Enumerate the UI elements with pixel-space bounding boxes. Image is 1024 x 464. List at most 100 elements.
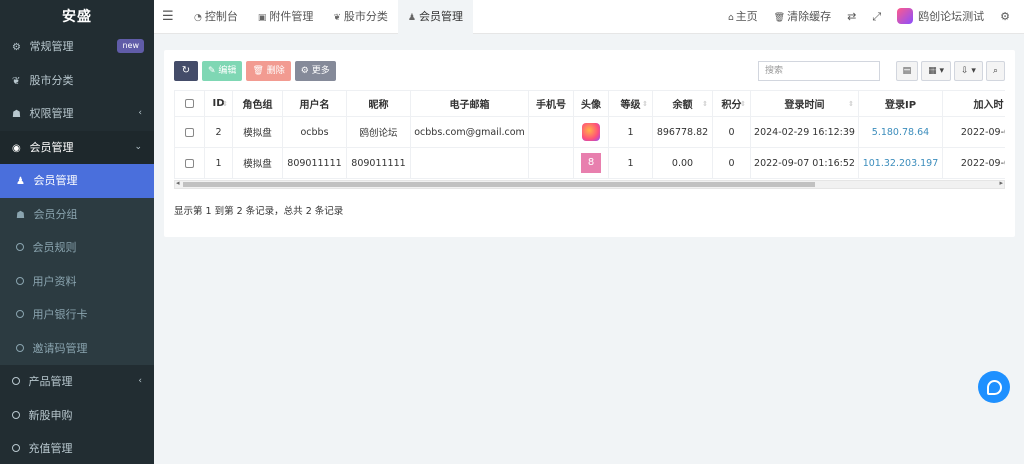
tab-stock-category[interactable]: ❦ 股市分类 xyxy=(323,0,398,34)
sidebar-item-label: 股市分类 xyxy=(29,73,74,87)
horizontal-scrollbar[interactable]: ◂ ▸ xyxy=(174,179,1005,189)
cell-jointime: 2022-09-07 xyxy=(942,116,1005,148)
scroll-left-icon[interactable]: ◂ xyxy=(176,179,180,187)
cell-avatar[interactable]: 8 xyxy=(573,147,609,179)
sort-icon: ⇕ xyxy=(642,100,648,108)
edit-button[interactable]: ✎ 编辑 xyxy=(202,61,243,81)
chevron-left-icon: ‹ xyxy=(138,376,142,386)
users-icon: ☗ xyxy=(16,209,25,221)
circle-icon xyxy=(12,377,20,385)
scrollbar-thumb[interactable] xyxy=(183,182,815,187)
sidebar-item-label: 邀请码管理 xyxy=(32,341,88,355)
sidebar-item-recharge[interactable]: 充值管理 xyxy=(0,432,154,464)
sidebar-item-invite-code[interactable]: 邀请码管理 xyxy=(0,331,154,365)
tab-label: 控制台 xyxy=(204,10,238,23)
sidebar-item-label: 会员管理 xyxy=(29,140,74,154)
trash-icon: 🗑 xyxy=(773,12,786,23)
home-link[interactable]: ⌂ 主页 xyxy=(720,0,766,35)
col-header[interactable]: 登录时间 ⇕ xyxy=(750,90,859,117)
table-row[interactable]: 2 模拟盘 ocbbs 鸥创论坛 ocbbs.com@gmail.com 1 8… xyxy=(174,116,1005,148)
row-checkbox[interactable] xyxy=(174,116,205,148)
col-header: 电子邮箱 xyxy=(410,90,529,117)
cell-id: 2 xyxy=(204,116,233,148)
col-header-label: 积分 xyxy=(721,100,742,111)
scroll-right-icon[interactable]: ▸ xyxy=(999,179,1003,187)
delete-button[interactable]: 🗑 删除 xyxy=(246,61,291,81)
fullscreen-icon[interactable]: ⤢ xyxy=(864,0,889,34)
cell-loginip[interactable]: 5.180.78.64 xyxy=(858,116,943,148)
search-input[interactable]: 搜索 xyxy=(758,61,880,81)
sidebar-item-member-group[interactable]: ☗ 会员分组 xyxy=(0,197,154,231)
col-header[interactable]: 等级 ⇕ xyxy=(608,90,653,117)
translate-icon[interactable]: ⇄ xyxy=(839,0,864,34)
col-header[interactable]: 余额 ⇕ xyxy=(652,90,713,117)
brand-logo[interactable]: 安盛 xyxy=(0,0,154,30)
sidebar-item-ipo[interactable]: 新股申购 xyxy=(0,399,154,433)
col-header-label: 登录时间 xyxy=(784,100,825,111)
ip-link[interactable]: 5.180.78.64 xyxy=(872,127,929,138)
cell-loginip[interactable]: 101.32.203.197 xyxy=(858,147,943,179)
col-header: 角色组 xyxy=(232,90,283,117)
cell-level: 1 xyxy=(608,147,653,179)
toggle-view-button[interactable]: ▤ xyxy=(895,61,919,81)
table-row[interactable]: 1 模拟盘 809011111 809011111 8 1 0.00 0 202… xyxy=(174,147,1005,179)
clear-cache-button[interactable]: 🗑 清除缓存 xyxy=(766,0,839,35)
cell-money: 0.00 xyxy=(652,147,713,179)
columns-button[interactable]: ▦ ▾ xyxy=(921,61,952,81)
col-header-label: 角色组 xyxy=(242,100,273,111)
sidebar-item-stock-category[interactable]: ❦ 股市分类 xyxy=(0,64,154,98)
col-header-label: 余额 xyxy=(672,100,693,111)
tab-dashboard[interactable]: ◔ 控制台 xyxy=(184,0,248,34)
sidebar-item-user-profile[interactable]: 用户资料 xyxy=(0,264,154,298)
sidebar-item-general[interactable]: ⚙ 常规管理 new xyxy=(0,30,154,64)
sidebar-item-label: 权限管理 xyxy=(29,107,74,120)
col-header-label: 头像 xyxy=(581,100,601,111)
sidebar-item-members[interactable]: ◉ 会员管理 ⌄ xyxy=(0,130,154,164)
menu-toggle-icon[interactable]: ☰ xyxy=(162,0,174,34)
circle-icon xyxy=(12,410,20,419)
sort-icon: ⇕ xyxy=(222,100,228,108)
more-label: 更多 xyxy=(311,66,330,76)
tab-member-manage[interactable]: ♟ 会员管理 xyxy=(397,0,473,34)
new-badge: new xyxy=(117,39,144,53)
sidebar-item-member-rules[interactable]: 会员规则 xyxy=(0,231,154,265)
user-menu[interactable]: 鸥创论坛测试 xyxy=(889,0,992,34)
edit-label: 编辑 xyxy=(218,66,237,76)
cell-jointime: 2022-09-07 xyxy=(942,147,1005,179)
more-button[interactable]: ⚙ 更多 xyxy=(294,61,336,81)
cell-avatar[interactable] xyxy=(573,116,609,148)
col-header: 登录IP xyxy=(858,90,943,117)
trash-icon: 🗑 xyxy=(252,66,264,76)
search-toggle-button[interactable]: ⌕ xyxy=(985,61,1005,81)
sidebar-item-bank-card[interactable]: 用户银行卡 xyxy=(0,298,154,332)
chat-bubble-icon[interactable] xyxy=(978,371,1010,403)
sidebar-item-label: 会员分组 xyxy=(33,207,78,221)
sidebar-item-label: 用户银行卡 xyxy=(32,308,88,321)
search-icon: ⌕ xyxy=(992,66,998,76)
col-header[interactable]: 积分 ⇕ xyxy=(712,90,751,117)
settings-gear-icon[interactable]: ⚙ xyxy=(992,0,1018,34)
cell-logintime: 2022-09-07 01:16:52 xyxy=(750,147,859,179)
tab-attachments[interactable]: ▣ 附件管理 xyxy=(248,0,324,34)
cell-id: 1 xyxy=(204,147,233,179)
sidebar-item-member-manage[interactable]: ♟ 会员管理 xyxy=(0,164,154,198)
avatar[interactable]: 8 xyxy=(581,153,601,173)
refresh-button[interactable]: ↻ xyxy=(174,61,198,81)
col-header[interactable]: ID ⇕ xyxy=(204,90,233,117)
content-panel: ↻ ✎ 编辑 🗑 删除 ⚙ 更多 搜索 ▤ ▦ ▾ ⇩ ▾ ⌕ ID ⇕ 角色组 … xyxy=(164,50,1015,237)
circle-icon xyxy=(16,276,24,285)
cell-nickname: 鸥创论坛 xyxy=(346,116,411,148)
col-header-label: 电子邮箱 xyxy=(449,100,490,111)
sidebar-item-permissions[interactable]: ☗ 权限管理 ‹ xyxy=(0,97,154,131)
sidebar-item-products[interactable]: 产品管理 ‹ xyxy=(0,365,154,399)
select-all-checkbox[interactable] xyxy=(174,90,205,117)
user-icon: ♟ xyxy=(16,176,25,187)
row-checkbox[interactable] xyxy=(174,147,205,179)
avatar xyxy=(897,8,914,24)
sidebar-item-label: 常规管理 xyxy=(29,40,74,53)
col-header: 头像 xyxy=(573,90,609,117)
cell-logintime: 2024-02-29 16:12:39 xyxy=(750,116,859,148)
avatar[interactable] xyxy=(582,123,600,141)
export-button[interactable]: ⇩ ▾ xyxy=(954,61,983,81)
ip-link[interactable]: 101.32.203.197 xyxy=(863,158,939,169)
